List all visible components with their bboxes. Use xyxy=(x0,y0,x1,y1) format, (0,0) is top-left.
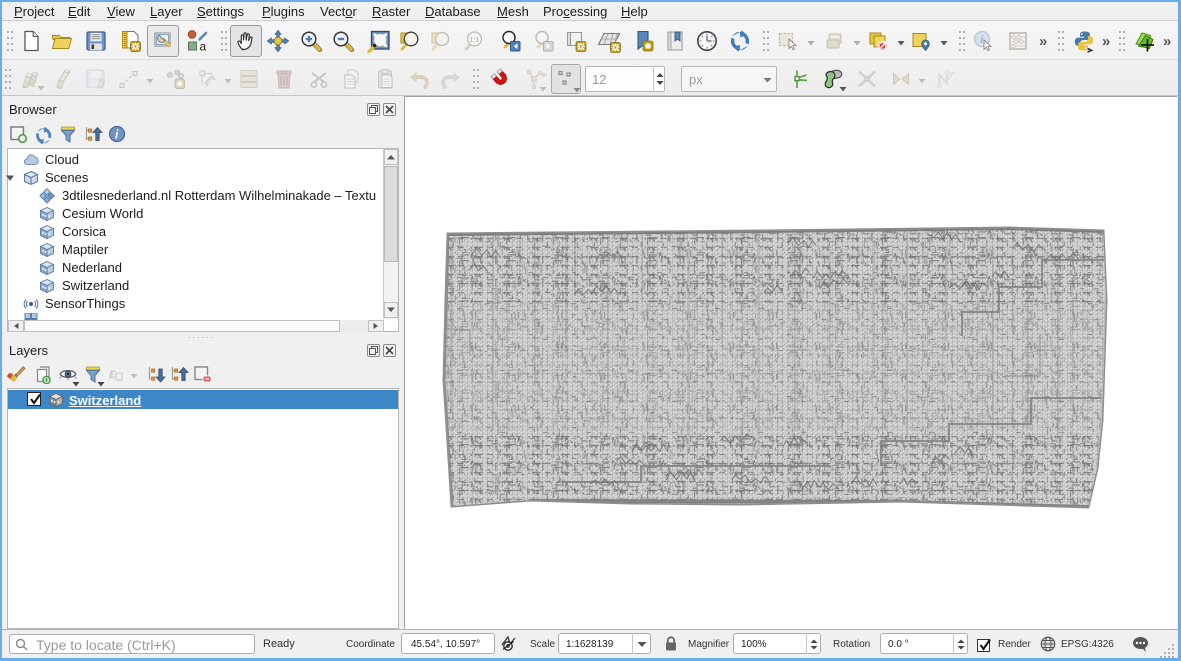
svg-text:1:1: 1:1 xyxy=(470,37,480,44)
svg-text:a: a xyxy=(200,40,207,54)
svg-text:ε: ε xyxy=(109,365,116,381)
